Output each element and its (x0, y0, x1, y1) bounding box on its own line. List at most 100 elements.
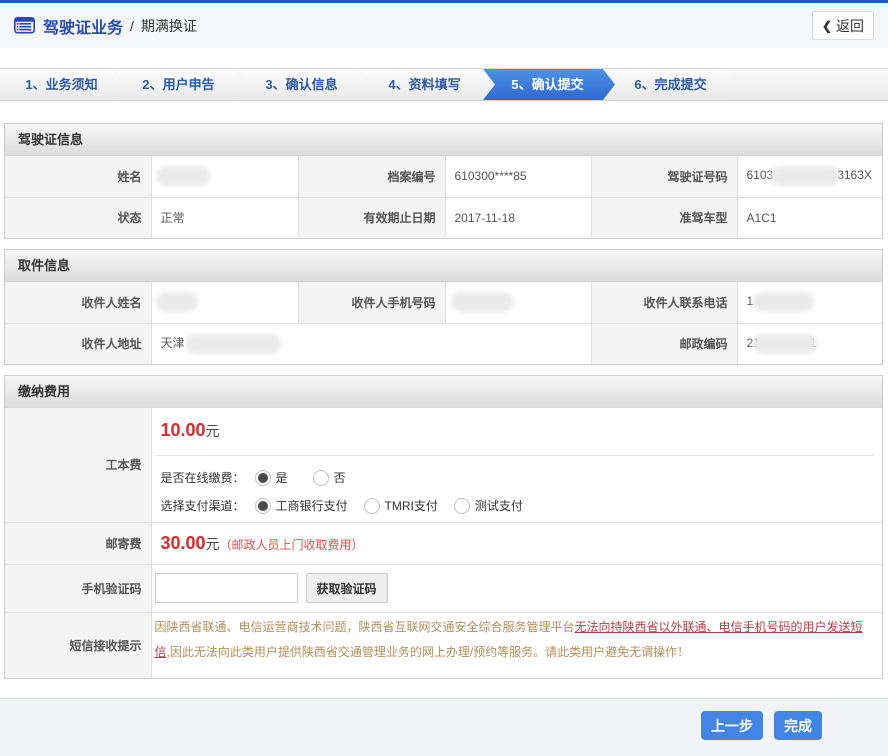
radio-online-yes[interactable] (255, 470, 271, 486)
online-pay-line: 是否在线缴费： 是 否 (152, 468, 883, 488)
table-row: 手机验证码 获取验证码 (5, 564, 882, 612)
license-no-label: 驾驶证号码 (591, 156, 737, 197)
sms-note-part1: 因陕西省联通、电信运营商技术问题，陕西省互联网交通安全综合服务管理平台 (155, 620, 575, 634)
sms-note-label: 短信接收提示 (5, 612, 151, 678)
radio-channel-icbc-label[interactable]: 工商银行支付 (276, 496, 348, 516)
breadcrumb-separator: / (130, 18, 134, 34)
name-label: 姓名 (5, 156, 151, 197)
name-value (151, 156, 298, 197)
radio-channel-tmri-label[interactable]: TMRI支付 (385, 496, 438, 516)
radio-online-no[interactable] (313, 470, 329, 486)
license-business-icon (14, 17, 35, 34)
section-license-info: 驾驶证信息 姓名 档案编号 610300****85 驾驶证号码 6103 316… (4, 123, 883, 239)
get-captcha-button[interactable]: 获取验证码 (306, 573, 388, 603)
table-row: 状态 正常 有效期止日期 2017-11-18 准驾车型 A1C1 (5, 197, 882, 238)
step-1-business-notice[interactable]: 1、业务须知 (0, 69, 123, 100)
table-row: 邮寄费 30.00元（邮政人员上门收取费用） (5, 522, 882, 564)
section-pickup-info-title: 取件信息 (5, 250, 882, 282)
section-pickup-info: 取件信息 收件人姓名 收件人手机号码 收件人联系电话 1 收件人地址 天津 邮政… (4, 249, 883, 365)
section-payment-title: 缴纳费用 (5, 376, 882, 408)
page-header: 驾驶证业务 / 期满换证 ❮ 返回 (0, 3, 888, 48)
table-row: 收件人姓名 收件人手机号码 收件人联系电话 1 (5, 282, 882, 323)
pickup-info-table: 收件人姓名 收件人手机号码 收件人联系电话 1 收件人地址 天津 邮政编码 21… (5, 282, 882, 364)
file-no-label: 档案编号 (298, 156, 445, 197)
breadcrumb-current: 期满换证 (141, 16, 197, 36)
table-row: 收件人地址 天津 邮政编码 211 (5, 323, 882, 364)
step-6-complete-submit[interactable]: 6、完成提交 (603, 69, 738, 100)
radio-channel-icbc[interactable] (255, 498, 271, 514)
footer-bar: 上一步 完成 (0, 698, 888, 756)
expiry-label: 有效期止日期 (298, 197, 445, 238)
page-title: 驾驶证业务 (43, 14, 123, 38)
pay-channel-line: 选择支付渠道： 工商银行支付 TMRI支付 测试支付 (152, 496, 883, 516)
recipient-name-label: 收件人姓名 (5, 282, 151, 323)
status-label: 状态 (5, 197, 151, 238)
redacted-recipient-name (156, 292, 198, 312)
recipient-address-value: 天津 (151, 323, 591, 364)
step-3-confirm-info[interactable]: 3、确认信息 (234, 69, 369, 100)
captcha-cell: 获取验证码 (151, 564, 882, 612)
post-fee-amount: 30.00 (161, 533, 206, 553)
pay-channel-label: 选择支付渠道： (161, 496, 245, 516)
redacted-license-no (771, 166, 839, 186)
recipient-mobile-label: 收件人手机号码 (298, 282, 445, 323)
redacted-postcode (753, 334, 817, 354)
radio-channel-test-label[interactable]: 测试支付 (475, 496, 523, 516)
radio-channel-tmri[interactable] (364, 498, 380, 514)
post-fee-label: 邮寄费 (5, 522, 151, 564)
license-no-prefix: 6103 (747, 168, 774, 182)
sms-note-cell: 因陕西省联通、电信运营商技术问题，陕西省互联网交通安全综合服务管理平台无法向持陕… (151, 612, 882, 678)
chevron-left-icon: ❮ (822, 19, 832, 33)
section-payment: 缴纳费用 工本费 10.00元 是否在线缴费： 是 否 (4, 375, 883, 679)
work-fee-amount: 10.00 (161, 420, 206, 440)
wizard-steps: 1、业务须知 2、用户申告 3、确认信息 4、资料填写 5、确认提交 6、完成提… (0, 68, 888, 101)
step-4-fill-data[interactable]: 4、资料填写 (357, 69, 492, 100)
redacted-recipient-mobile (451, 292, 513, 312)
status-value: 正常 (151, 197, 298, 238)
work-fee-label: 工本费 (5, 408, 151, 522)
postcode-value: 211 (737, 323, 882, 364)
main-content: 驾驶证信息 姓名 档案编号 610300****85 驾驶证号码 6103 316… (4, 123, 883, 679)
license-no-value: 6103 3163X (737, 156, 882, 197)
captcha-label: 手机验证码 (5, 564, 151, 612)
post-fee-cell: 30.00元（邮政人员上门收取费用） (151, 522, 882, 564)
radio-online-yes-label[interactable]: 是 (276, 468, 288, 488)
work-fee-amount-line: 10.00元 (155, 408, 875, 456)
table-row: 姓名 档案编号 610300****85 驾驶证号码 6103 3163X (5, 156, 882, 197)
redacted-recipient-address (186, 334, 281, 354)
recipient-phone-prefix: 1 (747, 294, 754, 308)
recipient-address-label: 收件人地址 (5, 323, 151, 364)
radio-channel-test[interactable] (454, 498, 470, 514)
finish-button[interactable]: 完成 (774, 711, 822, 740)
postcode-label: 邮政编码 (591, 323, 737, 364)
redacted-name (156, 166, 210, 186)
work-fee-unit: 元 (206, 423, 220, 439)
online-pay-label: 是否在线缴费： (161, 468, 245, 488)
expiry-value: 2017-11-18 (445, 197, 591, 238)
class-value: A1C1 (737, 197, 882, 238)
recipient-name-value (151, 282, 298, 323)
step-2-user-declaration[interactable]: 2、用户申告 (111, 69, 246, 100)
recipient-address-prefix: 天津 (161, 336, 185, 350)
work-fee-cell: 10.00元 是否在线缴费： 是 否 选择支付渠道： 工商银行支付 (151, 408, 882, 522)
class-label: 准驾车型 (591, 197, 737, 238)
recipient-phone-value: 1 (737, 282, 882, 323)
table-row: 工本费 10.00元 是否在线缴费： 是 否 选择支付渠道： (5, 408, 882, 522)
file-no-value: 610300****85 (445, 156, 591, 197)
step-5-confirm-submit[interactable]: 5、确认提交 (480, 69, 615, 100)
back-button-label: 返回 (836, 16, 864, 36)
captcha-input[interactable] (155, 573, 298, 603)
post-fee-unit: 元 (206, 536, 220, 552)
post-fee-note: （邮政人员上门收取费用） (220, 538, 364, 552)
payment-table: 工本费 10.00元 是否在线缴费： 是 否 选择支付渠道： (5, 408, 882, 678)
recipient-mobile-value (445, 282, 591, 323)
previous-step-button[interactable]: 上一步 (701, 711, 763, 740)
sms-note-part3: ,因此无法向此类用户提供陕西省交通管理业务的网上办理/预约等服务。请此类用户避免… (167, 645, 690, 659)
table-row: 短信接收提示 因陕西省联通、电信运营商技术问题，陕西省互联网交通安全综合服务管理… (5, 612, 882, 678)
license-no-suffix: 3163X (837, 168, 872, 182)
back-button[interactable]: ❮ 返回 (812, 11, 874, 40)
radio-online-no-label[interactable]: 否 (334, 468, 346, 488)
license-info-table: 姓名 档案编号 610300****85 驾驶证号码 6103 3163X 状态 … (5, 156, 882, 238)
recipient-phone-label: 收件人联系电话 (591, 282, 737, 323)
section-license-info-title: 驾驶证信息 (5, 124, 882, 156)
